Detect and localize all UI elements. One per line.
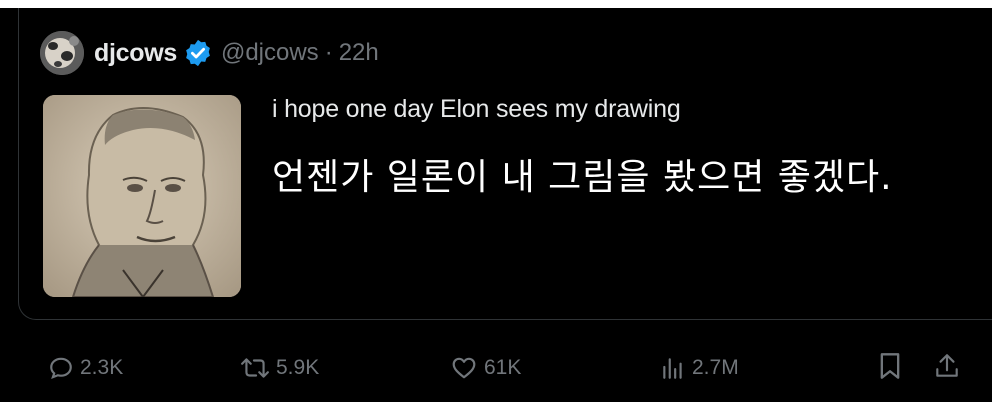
views-button[interactable]: 2.7M: [660, 350, 739, 386]
avatar[interactable]: [40, 31, 84, 75]
like-button[interactable]: 61K: [450, 350, 521, 386]
reply-button[interactable]: 2.3K: [48, 350, 123, 386]
tweet-header: djcows @djcows · 22h: [40, 31, 379, 75]
avatar-image: [40, 31, 84, 75]
separator-dot: ·: [324, 39, 333, 66]
share-upload-icon: [934, 352, 960, 385]
timestamp[interactable]: 22h: [339, 39, 379, 67]
bookmark-button[interactable]: [878, 350, 902, 386]
top-edge-strip: [0, 0, 992, 8]
views-count: 2.7M: [692, 356, 739, 379]
like-count: 61K: [484, 356, 522, 379]
repost-button[interactable]: 5.9K: [240, 350, 319, 386]
share-button[interactable]: [934, 350, 960, 386]
verified-badge-icon: [183, 38, 213, 68]
tweet-text-korean: 언젠가 일론이 내 그림을 봤으면 좋겠다.: [272, 157, 893, 198]
pencil-portrait-image: [43, 95, 241, 297]
drawing-thumbnail[interactable]: [43, 95, 241, 297]
analytics-bars-icon: [660, 355, 686, 381]
repost-count: 5.9K: [276, 356, 320, 379]
bookmark-icon: [878, 352, 902, 385]
heart-icon: [450, 355, 478, 381]
tweet-text-english: i hope one day Elon sees my drawing: [272, 95, 681, 123]
comment-bubble-icon: [48, 355, 74, 381]
user-handle[interactable]: @djcows: [221, 39, 319, 67]
repost-arrows-icon: [240, 355, 270, 381]
display-name[interactable]: djcows: [94, 39, 177, 68]
reply-count: 2.3K: [80, 356, 124, 379]
